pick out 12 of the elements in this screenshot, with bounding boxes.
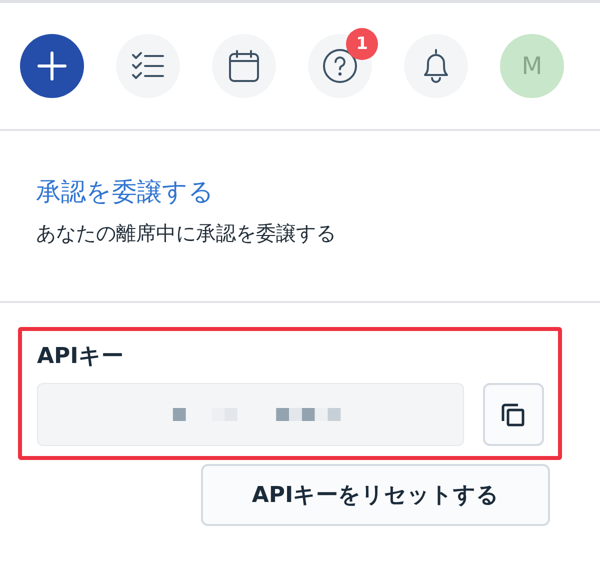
- api-key-field[interactable]: [37, 383, 464, 446]
- copy-icon: [500, 402, 526, 428]
- plus-icon: [37, 51, 67, 81]
- api-key-label: APIキー: [37, 343, 124, 371]
- notification-badge: 1: [346, 28, 378, 60]
- calendar-icon: [227, 49, 261, 83]
- copy-button[interactable]: [482, 383, 544, 446]
- delegate-approval-link[interactable]: 承認を委譲する: [36, 175, 600, 208]
- reset-api-key-button[interactable]: APIキーをリセットする: [201, 464, 550, 526]
- help-icon: [322, 48, 358, 84]
- delegation-description: あなたの離席中に承認を委譲する: [36, 220, 337, 247]
- checklist-icon: [131, 51, 165, 81]
